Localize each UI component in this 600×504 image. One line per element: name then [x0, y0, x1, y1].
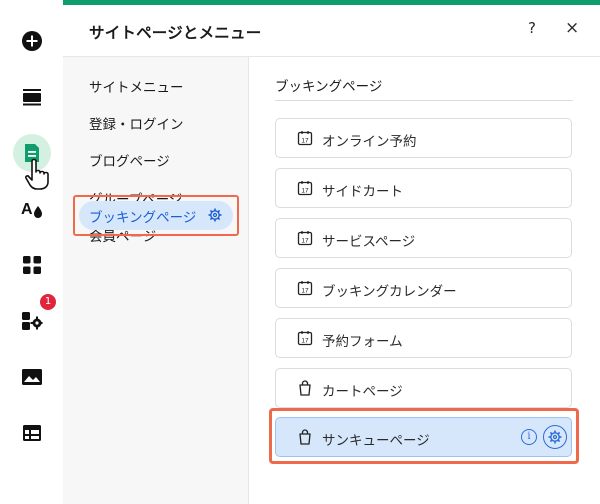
image-icon — [22, 369, 42, 385]
pages-nav: サイトメニュー 登録・ログイン ブログページ グループページ 会員ページ — [63, 57, 249, 504]
page-item-label: カートページ — [322, 384, 403, 400]
nav-highlight-frame — [73, 195, 239, 236]
section-icon — [23, 89, 41, 106]
section-divider — [275, 100, 573, 101]
svg-text:A: A — [21, 201, 33, 218]
section-title: ブッキングページ — [275, 79, 383, 95]
shopping-bag-icon — [297, 380, 313, 400]
add-section-button[interactable] — [13, 78, 51, 116]
editor-tool-rail: A 1 — [0, 0, 64, 504]
page-item-label: ブッキングカレンダー — [322, 284, 457, 300]
page-highlight-frame — [269, 408, 579, 464]
plus-circle-icon — [22, 31, 42, 51]
svg-text:17: 17 — [301, 338, 309, 345]
svg-text:17: 17 — [301, 238, 309, 245]
add-elements-button[interactable] — [13, 22, 51, 60]
panel-title: サイトページとメニュー — [89, 24, 262, 42]
nav-item-blog-pages[interactable]: ブログページ — [89, 150, 170, 170]
page-item-label: オンライン予約 — [322, 134, 417, 150]
design-button[interactable]: A — [13, 190, 51, 228]
page-item-online-booking[interactable]: 17 オンライン予約 — [275, 118, 572, 158]
page-item-booking-form[interactable]: 17 予約フォーム — [275, 318, 572, 358]
close-button[interactable]: × — [565, 18, 579, 38]
page-item-label: 予約フォーム — [322, 334, 403, 350]
grid-icon — [23, 256, 41, 274]
page-item-service-page[interactable]: 17 サービスページ — [275, 218, 572, 258]
cms-button[interactable] — [13, 414, 51, 452]
calendar-icon: 17 — [297, 130, 313, 150]
svg-text:17: 17 — [301, 138, 309, 145]
table-icon — [23, 425, 41, 441]
calendar-icon: 17 — [297, 280, 313, 300]
media-button[interactable] — [13, 358, 51, 396]
site-pages-panel: サイトページとメニュー ? × サイトメニュー 登録・ログイン ブログページ グ… — [63, 0, 600, 504]
page-item-booking-calendar[interactable]: 17 ブッキングカレンダー — [275, 268, 572, 308]
puzzle-icon — [22, 312, 43, 330]
page-item-label: サービスページ — [322, 234, 416, 250]
page-item-label: サイドカート — [322, 184, 403, 200]
svg-text:17: 17 — [301, 188, 309, 195]
font-drop-icon: A — [21, 201, 42, 218]
calendar-icon: 17 — [297, 230, 313, 250]
nav-item-signup-login[interactable]: 登録・ログイン — [89, 113, 184, 133]
calendar-icon: 17 — [297, 180, 313, 200]
svg-text:17: 17 — [301, 288, 309, 295]
help-button[interactable]: ? — [528, 19, 536, 37]
page-item-side-cart[interactable]: 17 サイドカート — [275, 168, 572, 208]
panel-header: サイトページとメニュー ? × — [63, 5, 600, 57]
apps-button[interactable] — [13, 246, 51, 284]
hand-cursor-icon — [24, 158, 52, 194]
nav-item-site-menu[interactable]: サイトメニュー — [89, 76, 184, 96]
calendar-icon: 17 — [297, 330, 313, 350]
page-item-cart-page[interactable]: カートページ — [275, 368, 572, 408]
notification-badge: 1 — [40, 294, 56, 310]
